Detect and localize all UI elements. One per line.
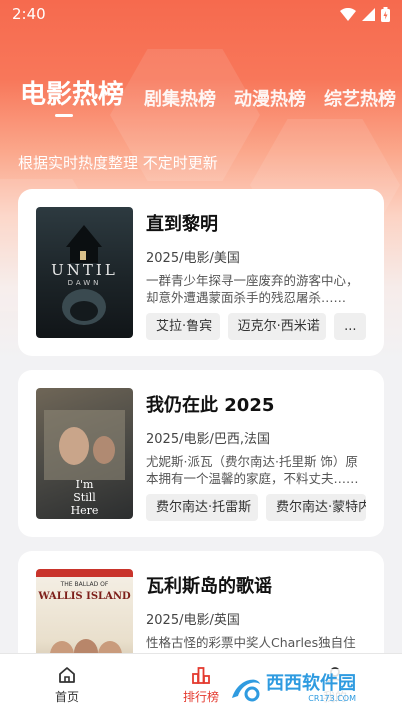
cast-chip[interactable]: 费尔南达·托雷斯 [146, 494, 258, 521]
poster-subtitle: DAWN [67, 279, 102, 287]
cast-chip[interactable]: 费尔南达·蒙特内格罗 [266, 494, 366, 521]
movie-title[interactable]: 直到黎明 [146, 207, 366, 243]
movie-meta: 2025/电影/美国 [146, 251, 240, 266]
movie-title[interactable]: 我仍在此 2025 [146, 388, 366, 424]
movie-poster[interactable]: I'm Still Here [36, 388, 133, 519]
ranking-icon [192, 666, 210, 684]
movie-description: 一群青少年探寻一座废弃的游客中心，却意外遭遇蒙面杀手的残忍屠杀…… [146, 273, 359, 305]
cast-list: 费尔南达·托雷斯 费尔南达·蒙特内格罗 [146, 494, 366, 521]
category-tabs: 电影热榜 剧集热榜 动漫热榜 综艺热榜 [20, 74, 402, 111]
status-time: 2:40 [12, 5, 46, 23]
nav-ranking-label: 排行榜 [182, 689, 219, 704]
active-tab-indicator [55, 114, 73, 117]
poster-title: I'm [75, 478, 94, 491]
movie-card[interactable]: UNTIL DAWN 直到黎明 2025/电影/美国 一群青少年探寻一座废弃的游… [18, 189, 384, 356]
movie-meta: 2025/电影/英国 [146, 613, 240, 628]
movie-meta: 2025/电影/巴西,法国 [146, 432, 270, 447]
page-subtitle: 根据实时热度整理 不定时更新 [18, 154, 218, 172]
cast-chip[interactable]: 艾拉·鲁宾 [146, 313, 220, 340]
poster-title: Still [73, 491, 96, 504]
battery-icon [381, 6, 390, 22]
tab-anime[interactable]: 动漫热榜 [234, 85, 306, 111]
watermark-text: 西西软件园 [266, 673, 356, 694]
home-icon [59, 666, 75, 683]
movie-description: 尤妮斯·派瓦（费尔南达·托里斯 饰）原本拥有一个温馨的家庭，不料丈夫…… [146, 454, 359, 486]
watermark: 西西软件园 CR173.COM [218, 669, 384, 709]
movie-card[interactable]: I'm Still Here 我仍在此 2025 2025/电影/巴西,法国 尤… [18, 370, 384, 537]
movie-title[interactable]: 瓦利斯岛的歌谣 [146, 569, 366, 605]
wifi-icon [340, 7, 356, 21]
poster-title: Here [70, 504, 99, 517]
tab-series[interactable]: 剧集热榜 [144, 85, 216, 111]
poster-subtitle: THE BALLAD OF [60, 581, 109, 588]
nav-home[interactable]: 首页 [27, 665, 107, 705]
tab-variety[interactable]: 综艺热榜 [324, 85, 396, 111]
tab-movies[interactable]: 电影热榜 [20, 74, 124, 111]
poster-title: UNTIL [51, 261, 118, 279]
movie-poster[interactable]: UNTIL DAWN [36, 207, 133, 338]
signal-icon [362, 7, 375, 21]
cast-more-chip[interactable]: ... [334, 313, 367, 340]
watermark-logo-icon [232, 679, 260, 702]
poster-title: WALLIS ISLAND [38, 591, 131, 602]
cast-list: 艾拉·鲁宾 迈克尔·西米诺 ... [146, 313, 367, 340]
status-bar: 2:40 [0, 0, 402, 28]
watermark-url: CR173.COM [308, 694, 356, 703]
cast-chip[interactable]: 迈克尔·西米诺 [227, 313, 327, 340]
movie-list: UNTIL DAWN 直到黎明 2025/电影/美国 一群青少年探寻一座废弃的游… [18, 189, 384, 715]
nav-home-label: 首页 [54, 689, 79, 704]
